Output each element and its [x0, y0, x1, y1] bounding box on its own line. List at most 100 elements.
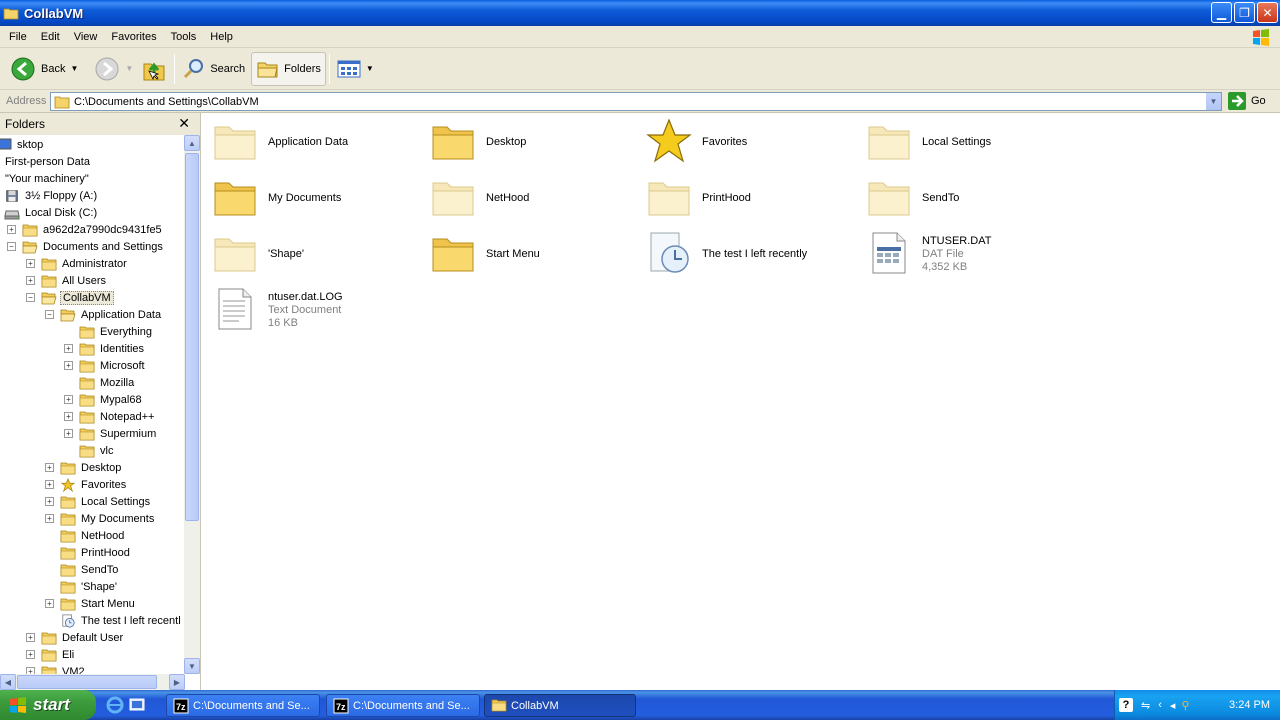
tree-item[interactable]: SendTo	[60, 561, 120, 578]
menu-view[interactable]: View	[67, 31, 105, 43]
network-icon[interactable]: ⇋	[1141, 699, 1150, 712]
address-dropdown-icon[interactable]: ▼	[1205, 93, 1221, 110]
scroll-up-icon[interactable]: ▲	[184, 135, 200, 151]
collapse-icon[interactable]: −	[7, 242, 16, 251]
file-item[interactable]: ntuser.dat.LOG Text Document 16 KB	[211, 285, 343, 336]
tree-item[interactable]: + Identities	[64, 340, 146, 357]
expand-icon[interactable]: +	[26, 650, 35, 659]
menu-tools[interactable]: Tools	[164, 31, 204, 43]
forward-dropdown-icon[interactable]: ▼	[125, 64, 133, 73]
collapse-icon[interactable]: −	[26, 293, 35, 302]
tree-item[interactable]: + All Users	[26, 272, 108, 289]
file-item[interactable]: NetHood	[429, 173, 529, 224]
expand-icon[interactable]: +	[26, 667, 35, 674]
scroll-down-icon[interactable]: ▼	[184, 658, 200, 674]
tree-item[interactable]: NetHood	[60, 527, 126, 544]
tree-item[interactable]: − Documents and Settings	[7, 238, 165, 255]
tree-item[interactable]: + Default User	[26, 629, 125, 646]
tree-item[interactable]: + Administrator	[26, 255, 129, 272]
scroll-right-icon[interactable]: ▶	[169, 674, 185, 690]
back-button[interactable]: Back ▼	[6, 52, 82, 86]
file-item[interactable]: PrintHood	[645, 173, 751, 224]
tree-item[interactable]: − Application Data	[45, 306, 163, 323]
tree-item[interactable]: + Supermium	[64, 425, 158, 442]
start-button[interactable]: start	[0, 690, 96, 720]
tree-item[interactable]: + Microsoft	[64, 357, 147, 374]
tree-item[interactable]: − CollabVM	[26, 289, 114, 306]
expand-icon[interactable]: +	[45, 480, 54, 489]
tree-item[interactable]: 'Shape'	[60, 578, 119, 595]
expand-icon[interactable]: +	[64, 361, 73, 370]
folders-button[interactable]: Folders	[251, 51, 326, 86]
tree-item[interactable]: + Favorites	[45, 476, 128, 493]
tree-item[interactable]: + Notepad++	[64, 408, 156, 425]
expand-icon[interactable]: +	[45, 463, 54, 472]
folder-tree[interactable]: sktop First-person Data "Your machinery" 3½…	[0, 135, 185, 674]
show-desktop-icon[interactable]	[128, 696, 146, 714]
views-dropdown-icon[interactable]: ▼	[366, 64, 374, 73]
tree-item[interactable]: First-person Data	[3, 153, 92, 170]
tree-item[interactable]: Everything	[79, 323, 154, 340]
internet-explorer-icon[interactable]	[106, 696, 124, 714]
tree-item[interactable]: 3½ Floppy (A:)	[4, 187, 99, 204]
views-button[interactable]: ▼	[333, 52, 378, 86]
file-item[interactable]: Local Settings	[865, 117, 991, 168]
file-item[interactable]: Desktop	[429, 117, 526, 168]
scroll-thumb[interactable]	[185, 153, 199, 521]
file-item[interactable]: Application Data	[211, 117, 348, 168]
restore-button[interactable]: ❐	[1234, 2, 1255, 23]
tree-item[interactable]: + Eli	[26, 646, 76, 663]
file-item[interactable]: Favorites	[645, 117, 747, 168]
tree-item[interactable]: vlc	[79, 442, 115, 459]
volume-icon[interactable]: ◂	[1170, 699, 1176, 712]
tree-item[interactable]: + My Documents	[45, 510, 156, 527]
close-button[interactable]: ✕	[1257, 2, 1278, 23]
tree-item[interactable]: + Mypal68	[64, 391, 144, 408]
up-button[interactable]	[137, 52, 171, 86]
search-icon[interactable]: ⚲	[1181, 699, 1189, 712]
expand-icon[interactable]: +	[26, 276, 35, 285]
expand-icon[interactable]: +	[64, 344, 73, 353]
tree-item[interactable]: PrintHood	[60, 544, 132, 561]
expand-icon[interactable]: +	[26, 259, 35, 268]
tree-horizontal-scrollbar[interactable]: ◀ ▶	[0, 674, 185, 690]
back-dropdown-icon[interactable]: ▼	[70, 64, 78, 73]
title-bar[interactable]: CollabVM ▁ ❐ ✕	[0, 0, 1280, 26]
file-item[interactable]: NTUSER.DAT DAT File 4,352 KB	[865, 229, 991, 280]
tree-item[interactable]: The test I left recentl	[60, 612, 183, 629]
expand-icon[interactable]: +	[64, 395, 73, 404]
expand-icon[interactable]: +	[45, 497, 54, 506]
menu-favorites[interactable]: Favorites	[104, 31, 163, 43]
tree-item[interactable]: + a962d2a7990dc9431fe5	[7, 221, 164, 238]
tree-vertical-scrollbar[interactable]: ▲ ▼	[184, 135, 200, 674]
collapse-icon[interactable]: −	[45, 310, 54, 319]
forward-button[interactable]: ▼	[90, 52, 137, 86]
scroll-thumb[interactable]	[17, 675, 157, 689]
tray-expand-icon[interactable]: ‹	[1158, 699, 1162, 711]
tree-item[interactable]: + Start Menu	[45, 595, 137, 612]
tree-item[interactable]: Mozilla	[79, 374, 136, 391]
file-item[interactable]: SendTo	[865, 173, 959, 224]
menu-help[interactable]: Help	[203, 31, 240, 43]
search-button[interactable]: Search	[178, 52, 249, 86]
file-item[interactable]: The test I left recently	[645, 229, 807, 280]
expand-icon[interactable]: +	[7, 225, 16, 234]
tree-item[interactable]: + Local Settings	[45, 493, 152, 510]
tree-item[interactable]: Local Disk (C:)	[4, 204, 99, 221]
taskbar-button[interactable]: 7z C:\Documents and Se...	[166, 694, 320, 717]
file-item[interactable]: 'Shape'	[211, 229, 304, 280]
close-icon[interactable]: ✕	[178, 115, 190, 132]
menu-edit[interactable]: Edit	[34, 31, 67, 43]
menu-file[interactable]: File	[0, 31, 34, 43]
tree-item[interactable]: + Desktop	[45, 459, 123, 476]
expand-icon[interactable]: +	[45, 599, 54, 608]
tree-item[interactable]: sktop	[0, 136, 45, 153]
taskbar-button[interactable]: CollabVM	[484, 694, 636, 717]
expand-icon[interactable]: +	[26, 633, 35, 642]
expand-icon[interactable]: +	[45, 514, 54, 523]
taskbar-button[interactable]: 7z C:\Documents and Se...	[326, 694, 480, 717]
minimize-button[interactable]: ▁	[1211, 2, 1232, 23]
tree-item[interactable]: "Your machinery"	[3, 170, 91, 187]
help-icon[interactable]: ?	[1119, 698, 1133, 712]
expand-icon[interactable]: +	[64, 412, 73, 421]
